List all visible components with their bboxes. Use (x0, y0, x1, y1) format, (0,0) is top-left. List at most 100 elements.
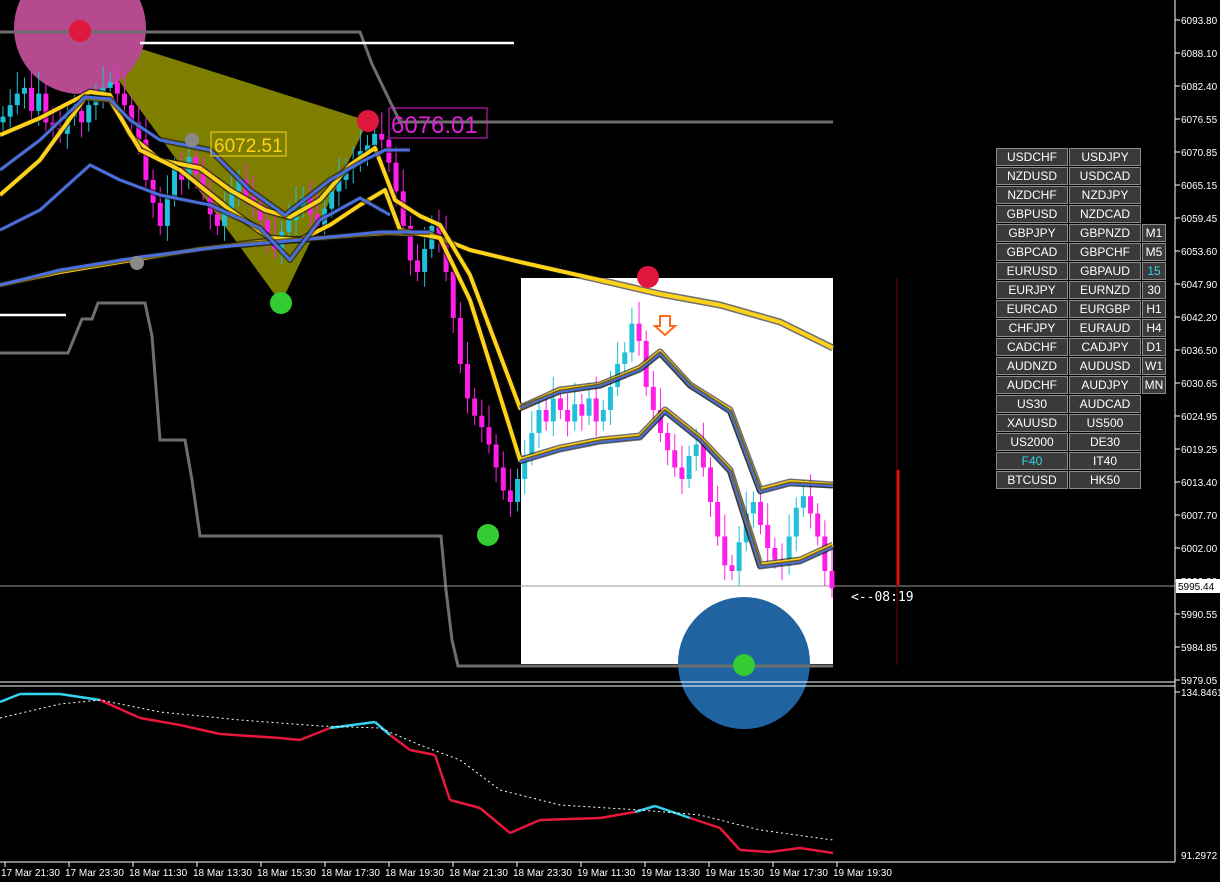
indicator-line (139, 716, 181, 727)
candle-body (793, 507, 799, 537)
candle-body (693, 444, 699, 456)
candle-body (808, 496, 814, 514)
candle-body (557, 398, 563, 410)
candle-body (708, 467, 714, 502)
timeframe-button-w1[interactable]: W1 (1142, 357, 1166, 375)
indicator-line (739, 848, 771, 854)
price-tick-label: 6082.40 (1181, 82, 1218, 93)
timeframe-button-mn[interactable]: MN (1142, 376, 1166, 394)
symbol-button-gbpaud[interactable]: GBPAUD (1069, 262, 1141, 280)
indicator-line (769, 846, 801, 854)
symbol-button-it40[interactable]: IT40 (1069, 452, 1141, 470)
symbol-button-usdcad[interactable]: USDCAD (1069, 167, 1141, 185)
symbol-button-gbpcad[interactable]: GBPCAD (996, 243, 1068, 261)
symbol-button-eurusd[interactable]: EURUSD (996, 262, 1068, 280)
candle-body (493, 444, 499, 468)
price-tick-label: 6002.00 (1181, 544, 1218, 555)
candle-body (114, 82, 120, 94)
timeframe-button-15[interactable]: 15 (1142, 262, 1166, 280)
candle-body (450, 271, 456, 318)
candle-body (765, 524, 771, 548)
timeframe-button-d1[interactable]: D1 (1142, 338, 1166, 356)
symbol-button-audusd[interactable]: AUDUSD (1069, 357, 1141, 375)
current-price-label: 5995.44 (1178, 582, 1215, 593)
symbol-button-cadchf[interactable]: CADCHF (996, 338, 1068, 356)
symbol-button-cadjpy[interactable]: CADJPY (1069, 338, 1141, 356)
candle-body (715, 501, 721, 537)
symbol-button-eurgbp[interactable]: EURGBP (1069, 300, 1141, 318)
symbol-button-hk50[interactable]: HK50 (1069, 471, 1141, 489)
timeframe-button-30[interactable]: 30 (1142, 281, 1166, 299)
candle-body (665, 432, 671, 451)
highlight-box (521, 278, 833, 664)
timeframe-button-h1[interactable]: H1 (1142, 300, 1166, 318)
symbol-button-gbpjpy[interactable]: GBPJPY (996, 224, 1068, 242)
candle-body (465, 363, 471, 399)
time-tick-label: 18 Mar 13:30 (193, 868, 252, 879)
timeframe-button-m5[interactable]: M5 (1142, 243, 1166, 261)
symbol-button-audnzd[interactable]: AUDNZD (996, 357, 1068, 375)
countdown-label: <--08:19 (851, 590, 914, 605)
symbol-button-us30[interactable]: US30 (996, 395, 1068, 413)
candle-body (14, 93, 20, 106)
symbol-button-nzdusd[interactable]: NZDUSD (996, 167, 1068, 185)
buy-signal-dot (477, 524, 499, 546)
symbol-button-nzdcad[interactable]: NZDCAD (1069, 205, 1141, 223)
price-tick-label: 6088.10 (1181, 49, 1218, 60)
candle-body (550, 398, 556, 422)
candle-body (729, 565, 735, 572)
symbol-button-nzdjpy[interactable]: NZDJPY (1069, 186, 1141, 204)
symbol-button-btcusd[interactable]: BTCUSD (996, 471, 1068, 489)
indicator-line (99, 698, 141, 720)
candle-body (565, 409, 571, 422)
symbol-button-nzdchf[interactable]: NZDCHF (996, 186, 1068, 204)
symbol-button-usdjpy[interactable]: USDJPY (1069, 148, 1141, 166)
price-tick-label: 6024.95 (1181, 412, 1218, 423)
price-tick-label: 6030.65 (1181, 379, 1218, 390)
symbol-button-gbpnzd[interactable]: GBPNZD (1069, 224, 1141, 242)
candle-body (172, 168, 178, 198)
symbol-button-audcad[interactable]: AUDCAD (1069, 395, 1141, 413)
price-tick-label: 6036.50 (1181, 346, 1218, 357)
candle-body (586, 398, 592, 416)
timeframe-button-h4[interactable]: H4 (1142, 319, 1166, 337)
candle-body (536, 409, 542, 433)
candle-body (21, 87, 27, 94)
candle-body (379, 133, 385, 140)
symbol-button-us500[interactable]: US500 (1069, 414, 1141, 432)
symbol-button-eurnzd[interactable]: EURNZD (1069, 281, 1141, 299)
symbol-button-f40[interactable]: F40 (996, 452, 1068, 470)
symbol-button-chfjpy[interactable]: CHFJPY (996, 319, 1068, 337)
symbol-button-xauusd[interactable]: XAUUSD (996, 414, 1068, 432)
symbol-button-eurcad[interactable]: EURCAD (996, 300, 1068, 318)
candle-body (422, 248, 428, 272)
ma-blue-slow (0, 230, 430, 287)
symbol-button-audjpy[interactable]: AUDJPY (1069, 376, 1141, 394)
candle-body (329, 191, 335, 209)
candle-body (600, 409, 606, 422)
symbol-button-de30[interactable]: DE30 (1069, 433, 1141, 451)
indicator-line (409, 748, 436, 757)
candle-body (515, 478, 521, 502)
indicator-line (374, 721, 391, 736)
symbol-button-eurjpy[interactable]: EURJPY (996, 281, 1068, 299)
indicator-line (279, 736, 301, 742)
timeframe-button-m1[interactable]: M1 (1142, 224, 1166, 242)
symbol-button-euraud[interactable]: EURAUD (1069, 319, 1141, 337)
symbol-button-usdchf[interactable]: USDCHF (996, 148, 1068, 166)
symbol-button-gbpchf[interactable]: GBPCHF (1069, 243, 1141, 261)
candle-body (815, 513, 821, 537)
time-tick-label: 17 Mar 23:30 (65, 868, 124, 879)
candle-body (607, 386, 613, 410)
indicator-line (599, 810, 636, 820)
time-tick-label: 18 Mar 23:30 (513, 868, 572, 879)
symbol-button-gbpusd[interactable]: GBPUSD (996, 205, 1068, 223)
symbol-button-us2000[interactable]: US2000 (996, 433, 1068, 451)
symbol-button-audchf[interactable]: AUDCHF (996, 376, 1068, 394)
candle-body (672, 450, 678, 468)
candle-body (829, 571, 835, 589)
indicator-line (479, 807, 511, 834)
sell-signal-dot (69, 20, 91, 42)
time-tick-label: 19 Mar 11:30 (577, 868, 636, 879)
time-tick-label: 19 Mar 19:30 (833, 868, 892, 879)
